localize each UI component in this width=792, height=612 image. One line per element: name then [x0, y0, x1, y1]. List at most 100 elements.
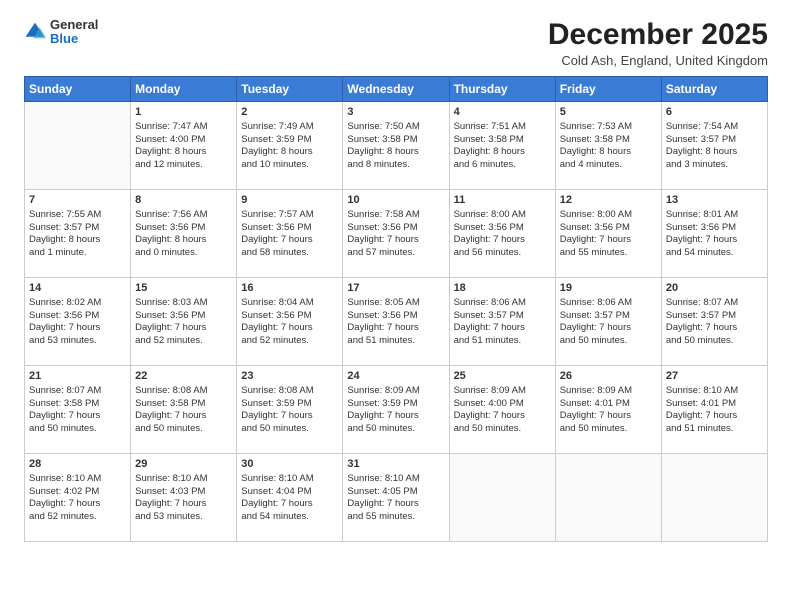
calendar-cell: 18Sunrise: 8:06 AM Sunset: 3:57 PM Dayli…: [449, 278, 555, 366]
calendar-cell: 30Sunrise: 8:10 AM Sunset: 4:04 PM Dayli…: [237, 454, 343, 542]
day-number: 7: [29, 193, 126, 208]
day-number: 5: [560, 105, 657, 120]
day-number: 17: [347, 281, 444, 296]
calendar-cell: 29Sunrise: 8:10 AM Sunset: 4:03 PM Dayli…: [131, 454, 237, 542]
day-number: 3: [347, 105, 444, 120]
calendar-cell: 16Sunrise: 8:04 AM Sunset: 3:56 PM Dayli…: [237, 278, 343, 366]
day-number: 14: [29, 281, 126, 296]
day-number: 8: [135, 193, 232, 208]
day-number: 26: [560, 369, 657, 384]
day-info: Sunrise: 8:07 AM Sunset: 3:58 PM Dayligh…: [29, 385, 126, 436]
calendar-cell: 20Sunrise: 8:07 AM Sunset: 3:57 PM Dayli…: [661, 278, 767, 366]
calendar-cell: 6Sunrise: 7:54 AM Sunset: 3:57 PM Daylig…: [661, 102, 767, 190]
week-row-0: 1Sunrise: 7:47 AM Sunset: 4:00 PM Daylig…: [25, 102, 768, 190]
day-info: Sunrise: 8:09 AM Sunset: 3:59 PM Dayligh…: [347, 385, 444, 436]
day-info: Sunrise: 8:04 AM Sunset: 3:56 PM Dayligh…: [241, 297, 338, 348]
day-number: 29: [135, 457, 232, 472]
day-info: Sunrise: 7:58 AM Sunset: 3:56 PM Dayligh…: [347, 209, 444, 260]
calendar-cell: 15Sunrise: 8:03 AM Sunset: 3:56 PM Dayli…: [131, 278, 237, 366]
logo-general: General: [50, 18, 98, 32]
weekday-tuesday: Tuesday: [237, 77, 343, 102]
day-number: 15: [135, 281, 232, 296]
weekday-row: SundayMondayTuesdayWednesdayThursdayFrid…: [25, 77, 768, 102]
day-number: 18: [454, 281, 551, 296]
day-info: Sunrise: 8:08 AM Sunset: 3:59 PM Dayligh…: [241, 385, 338, 436]
day-info: Sunrise: 8:09 AM Sunset: 4:01 PM Dayligh…: [560, 385, 657, 436]
day-info: Sunrise: 8:02 AM Sunset: 3:56 PM Dayligh…: [29, 297, 126, 348]
day-number: 11: [454, 193, 551, 208]
day-info: Sunrise: 8:10 AM Sunset: 4:02 PM Dayligh…: [29, 473, 126, 524]
calendar-cell: [555, 454, 661, 542]
weekday-sunday: Sunday: [25, 77, 131, 102]
calendar-cell: 19Sunrise: 8:06 AM Sunset: 3:57 PM Dayli…: [555, 278, 661, 366]
calendar-cell: 23Sunrise: 8:08 AM Sunset: 3:59 PM Dayli…: [237, 366, 343, 454]
day-number: 22: [135, 369, 232, 384]
day-number: 23: [241, 369, 338, 384]
calendar-cell: 9Sunrise: 7:57 AM Sunset: 3:56 PM Daylig…: [237, 190, 343, 278]
day-number: 6: [666, 105, 763, 120]
day-info: Sunrise: 8:00 AM Sunset: 3:56 PM Dayligh…: [454, 209, 551, 260]
calendar-cell: 12Sunrise: 8:00 AM Sunset: 3:56 PM Dayli…: [555, 190, 661, 278]
day-number: 4: [454, 105, 551, 120]
day-info: Sunrise: 7:49 AM Sunset: 3:59 PM Dayligh…: [241, 121, 338, 172]
calendar-cell: 26Sunrise: 8:09 AM Sunset: 4:01 PM Dayli…: [555, 366, 661, 454]
calendar-cell: 13Sunrise: 8:01 AM Sunset: 3:56 PM Dayli…: [661, 190, 767, 278]
day-info: Sunrise: 8:10 AM Sunset: 4:01 PM Dayligh…: [666, 385, 763, 436]
day-number: 31: [347, 457, 444, 472]
calendar-cell: 24Sunrise: 8:09 AM Sunset: 3:59 PM Dayli…: [343, 366, 449, 454]
header: General Blue December 2025 Cold Ash, Eng…: [24, 18, 768, 68]
calendar-cell: 28Sunrise: 8:10 AM Sunset: 4:02 PM Dayli…: [25, 454, 131, 542]
day-info: Sunrise: 7:57 AM Sunset: 3:56 PM Dayligh…: [241, 209, 338, 260]
weekday-saturday: Saturday: [661, 77, 767, 102]
week-row-4: 28Sunrise: 8:10 AM Sunset: 4:02 PM Dayli…: [25, 454, 768, 542]
calendar-cell: 21Sunrise: 8:07 AM Sunset: 3:58 PM Dayli…: [25, 366, 131, 454]
calendar-header: SundayMondayTuesdayWednesdayThursdayFrid…: [25, 77, 768, 102]
day-info: Sunrise: 8:08 AM Sunset: 3:58 PM Dayligh…: [135, 385, 232, 436]
day-info: Sunrise: 7:55 AM Sunset: 3:57 PM Dayligh…: [29, 209, 126, 260]
day-info: Sunrise: 8:06 AM Sunset: 3:57 PM Dayligh…: [560, 297, 657, 348]
day-number: 13: [666, 193, 763, 208]
day-info: Sunrise: 7:50 AM Sunset: 3:58 PM Dayligh…: [347, 121, 444, 172]
calendar-cell: 22Sunrise: 8:08 AM Sunset: 3:58 PM Dayli…: [131, 366, 237, 454]
day-number: 28: [29, 457, 126, 472]
day-number: 25: [454, 369, 551, 384]
day-number: 20: [666, 281, 763, 296]
day-info: Sunrise: 8:10 AM Sunset: 4:03 PM Dayligh…: [135, 473, 232, 524]
calendar-cell: 5Sunrise: 7:53 AM Sunset: 3:58 PM Daylig…: [555, 102, 661, 190]
weekday-wednesday: Wednesday: [343, 77, 449, 102]
main-title: December 2025: [548, 18, 768, 51]
logo-blue: Blue: [50, 32, 98, 46]
calendar-cell: 27Sunrise: 8:10 AM Sunset: 4:01 PM Dayli…: [661, 366, 767, 454]
day-number: 16: [241, 281, 338, 296]
day-number: 9: [241, 193, 338, 208]
calendar-cell: 1Sunrise: 7:47 AM Sunset: 4:00 PM Daylig…: [131, 102, 237, 190]
day-info: Sunrise: 8:06 AM Sunset: 3:57 PM Dayligh…: [454, 297, 551, 348]
day-number: 2: [241, 105, 338, 120]
calendar-cell: 11Sunrise: 8:00 AM Sunset: 3:56 PM Dayli…: [449, 190, 555, 278]
weekday-thursday: Thursday: [449, 77, 555, 102]
calendar-body: 1Sunrise: 7:47 AM Sunset: 4:00 PM Daylig…: [25, 102, 768, 542]
day-info: Sunrise: 7:54 AM Sunset: 3:57 PM Dayligh…: [666, 121, 763, 172]
calendar-cell: [661, 454, 767, 542]
day-info: Sunrise: 8:03 AM Sunset: 3:56 PM Dayligh…: [135, 297, 232, 348]
subtitle: Cold Ash, England, United Kingdom: [548, 53, 768, 68]
day-number: 12: [560, 193, 657, 208]
day-number: 1: [135, 105, 232, 120]
calendar-cell: 25Sunrise: 8:09 AM Sunset: 4:00 PM Dayli…: [449, 366, 555, 454]
page: General Blue December 2025 Cold Ash, Eng…: [0, 0, 792, 612]
day-info: Sunrise: 8:01 AM Sunset: 3:56 PM Dayligh…: [666, 209, 763, 260]
calendar-cell: 14Sunrise: 8:02 AM Sunset: 3:56 PM Dayli…: [25, 278, 131, 366]
day-number: 21: [29, 369, 126, 384]
logo-icon: [24, 21, 46, 43]
calendar: SundayMondayTuesdayWednesdayThursdayFrid…: [24, 76, 768, 542]
day-number: 24: [347, 369, 444, 384]
calendar-cell: 8Sunrise: 7:56 AM Sunset: 3:56 PM Daylig…: [131, 190, 237, 278]
title-block: December 2025 Cold Ash, England, United …: [548, 18, 768, 68]
day-info: Sunrise: 8:09 AM Sunset: 4:00 PM Dayligh…: [454, 385, 551, 436]
day-info: Sunrise: 8:00 AM Sunset: 3:56 PM Dayligh…: [560, 209, 657, 260]
weekday-monday: Monday: [131, 77, 237, 102]
day-info: Sunrise: 7:56 AM Sunset: 3:56 PM Dayligh…: [135, 209, 232, 260]
day-number: 30: [241, 457, 338, 472]
day-number: 19: [560, 281, 657, 296]
week-row-3: 21Sunrise: 8:07 AM Sunset: 3:58 PM Dayli…: [25, 366, 768, 454]
